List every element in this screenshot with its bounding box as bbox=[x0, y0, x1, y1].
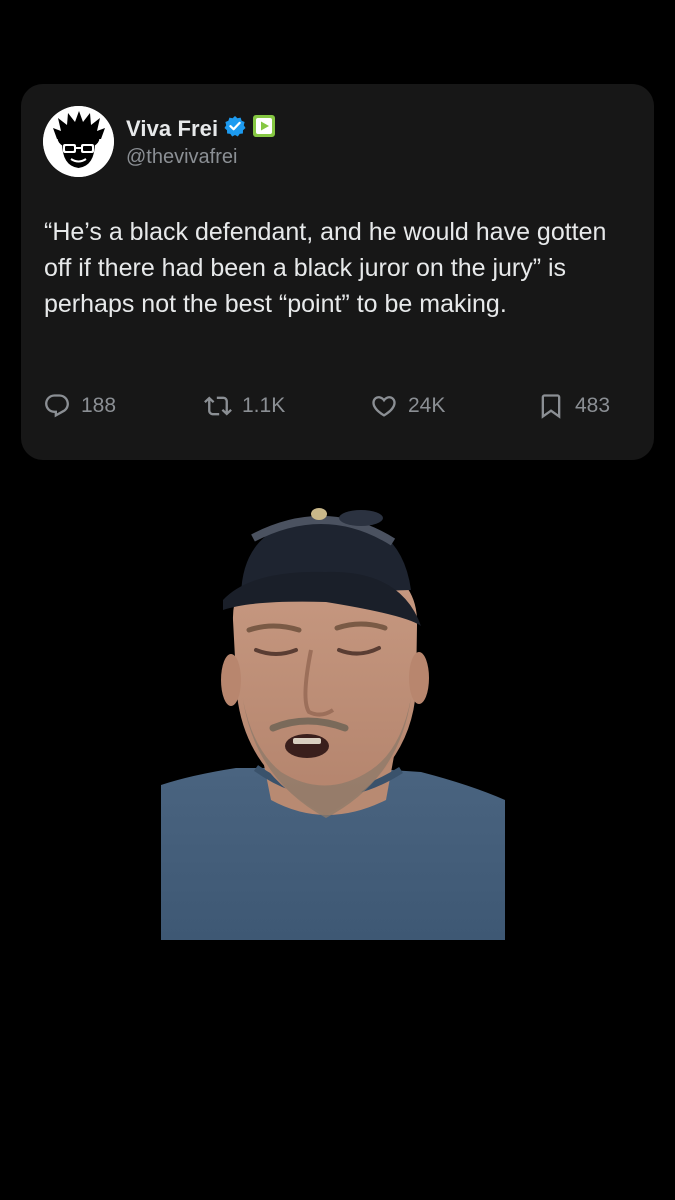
bookmark-icon bbox=[541, 394, 561, 419]
video-frame[interactable] bbox=[161, 500, 505, 940]
reply-button[interactable]: 188 bbox=[43, 392, 116, 420]
tweet-card[interactable]: Viva Frei @thevivafrei “He’s a black def… bbox=[21, 84, 654, 460]
screen: Viva Frei @thevivafrei “He’s a black def… bbox=[0, 0, 675, 1200]
tweet-text: “He’s a black defendant, and he would ha… bbox=[44, 218, 607, 318]
avatar-illustration-icon bbox=[43, 106, 114, 177]
like-icon bbox=[372, 396, 396, 417]
reply-count: 188 bbox=[81, 394, 117, 417]
like-button[interactable]: 24K bbox=[370, 392, 445, 420]
verified-badge-icon bbox=[224, 115, 246, 142]
tweet-actions: 188 1.1K 24K 483 bbox=[43, 392, 633, 432]
bookmark-button[interactable]: 483 bbox=[537, 392, 610, 420]
repost-button[interactable]: 1.1K bbox=[204, 392, 285, 420]
repost-icon bbox=[204, 396, 232, 416]
speaker-video-image bbox=[161, 500, 505, 940]
like-count: 24K bbox=[408, 394, 446, 417]
author-row: Viva Frei bbox=[126, 114, 276, 143]
user-handle[interactable]: @thevivafrei bbox=[126, 146, 237, 169]
reply-icon bbox=[45, 394, 69, 418]
bookmark-count: 483 bbox=[575, 394, 611, 417]
avatar[interactable] bbox=[43, 106, 114, 177]
rumble-badge-icon bbox=[252, 114, 276, 143]
display-name[interactable]: Viva Frei bbox=[126, 116, 218, 142]
repost-count: 1.1K bbox=[242, 394, 286, 417]
